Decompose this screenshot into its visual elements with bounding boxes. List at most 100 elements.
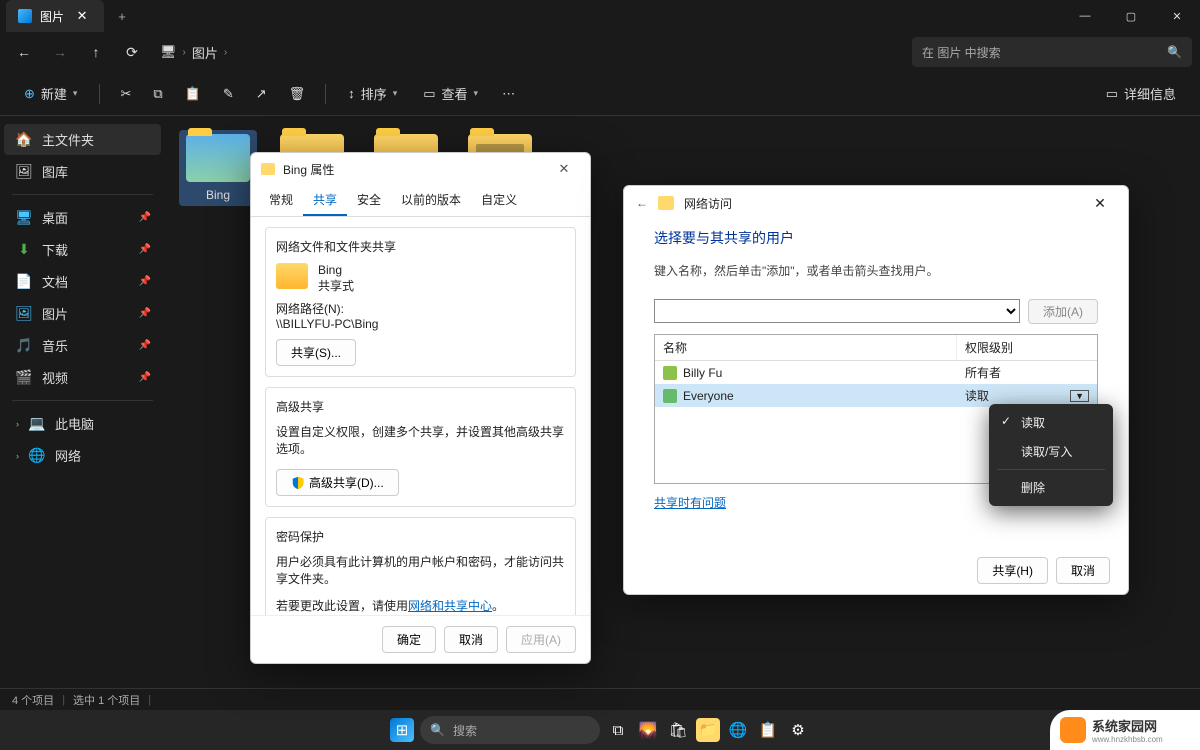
tab-share[interactable]: 共享 bbox=[303, 185, 347, 216]
new-tab-button[interactable]: + bbox=[112, 6, 132, 26]
desktop-icon: 🖥 bbox=[16, 210, 32, 226]
chevron-right-icon: › bbox=[16, 451, 19, 461]
taskbar-search[interactable]: 🔍搜索 bbox=[420, 716, 600, 744]
menu-item-readwrite[interactable]: 读取/写入 bbox=[993, 437, 1109, 466]
gallery-icon: 🖼 bbox=[16, 164, 32, 180]
sidebar-item-thispc[interactable]: ›💻此电脑 bbox=[4, 408, 161, 439]
toolbar: ⊕新建▾ ✂ ⧉ 📋 ✎ ↗ 🗑 ↕ 排序▾ ▭ 查看▾ ⋯ ▭ 详细信息 bbox=[0, 72, 1200, 116]
table-row[interactable]: Billy Fu 所有者 bbox=[655, 361, 1097, 384]
sidebar-item-home[interactable]: 🏠主文件夹 bbox=[4, 124, 161, 155]
status-count: 4 个项目 bbox=[12, 692, 54, 708]
window-tab[interactable]: 图片 ✕ bbox=[6, 0, 104, 32]
user-icon bbox=[663, 366, 677, 380]
window-controls: — ▢ ✕ bbox=[1062, 0, 1200, 32]
cut-button[interactable]: ✂ bbox=[112, 78, 139, 110]
maximize-button[interactable]: ▢ bbox=[1108, 0, 1154, 32]
group-desc: 设置自定义权限，创建多个共享，并设置其他高级共享选项。 bbox=[276, 423, 565, 457]
share-confirm-button[interactable]: 共享(H) bbox=[977, 557, 1048, 584]
details-button[interactable]: ▭ 详细信息 bbox=[1096, 78, 1186, 110]
apply-button[interactable]: 应用(A) bbox=[506, 626, 576, 653]
refresh-button[interactable]: ⟳ bbox=[116, 36, 148, 68]
path-label: 网络路径(N): bbox=[276, 300, 565, 317]
sidebar-item-network[interactable]: ›🌐网络 bbox=[4, 440, 161, 471]
user-combo[interactable] bbox=[654, 299, 1020, 323]
column-name[interactable]: 名称 bbox=[655, 335, 957, 360]
group-password: 密码保护 用户必须具有此计算机的用户帐户和密码，才能访问共享文件夹。 若要更改此… bbox=[265, 517, 576, 615]
sidebar-item-videos[interactable]: 🎬视频📌 bbox=[4, 362, 161, 393]
close-button[interactable]: ✕ bbox=[1154, 0, 1200, 32]
group-network-share: 网络文件和文件夹共享 Bing 共享式 网络路径(N): \\BILLYFU-P… bbox=[265, 227, 576, 377]
folder-icon bbox=[261, 163, 275, 175]
share-name: Bing bbox=[318, 263, 354, 277]
breadcrumb-item[interactable]: 图片 bbox=[192, 43, 218, 62]
cancel-button[interactable]: 取消 bbox=[1056, 557, 1110, 584]
sidebar-item-documents[interactable]: 📄文档📌 bbox=[4, 266, 161, 297]
cancel-button[interactable]: 取消 bbox=[444, 626, 498, 653]
view-button[interactable]: ▭ 查看▾ bbox=[413, 78, 488, 110]
up-button[interactable]: ↑ bbox=[80, 36, 112, 68]
dialog-tabs: 常规 共享 安全 以前的版本 自定义 bbox=[251, 185, 590, 217]
tab-custom[interactable]: 自定义 bbox=[471, 185, 527, 216]
sidebar-item-pictures[interactable]: 🖼图片📌 bbox=[4, 298, 161, 329]
add-button[interactable]: 添加(A) bbox=[1028, 299, 1098, 324]
music-icon: 🎵 bbox=[16, 338, 32, 354]
new-button[interactable]: ⊕新建▾ bbox=[14, 78, 87, 110]
sidebar-item-downloads[interactable]: ⬇下载📌 bbox=[4, 234, 161, 265]
back-button[interactable]: ← bbox=[636, 196, 648, 210]
advanced-share-button[interactable]: 高级共享(D)... bbox=[276, 469, 399, 496]
copy-button[interactable]: ⧉ bbox=[145, 78, 170, 110]
sidebar-item-music[interactable]: 🎵音乐📌 bbox=[4, 330, 161, 361]
documents-icon: 📄 bbox=[16, 274, 32, 290]
pin-icon: 📌 bbox=[139, 308, 151, 319]
more-button[interactable]: ⋯ bbox=[494, 78, 523, 110]
dialog-title: 网络访问 bbox=[684, 195, 732, 212]
folder-bing[interactable]: Bing bbox=[179, 130, 257, 206]
edge-icon[interactable]: 🌐 bbox=[726, 718, 750, 742]
downloads-icon: ⬇ bbox=[16, 242, 32, 258]
start-button[interactable]: ⊞ bbox=[390, 718, 414, 742]
column-permission[interactable]: 权限级别 bbox=[957, 335, 1097, 360]
sort-button[interactable]: ↕ 排序▾ bbox=[338, 78, 407, 110]
dialog-titlebar[interactable]: Bing 属性 ✕ bbox=[251, 153, 590, 185]
share-button[interactable]: ↗ bbox=[248, 78, 275, 110]
chevron-right-icon: › bbox=[224, 47, 227, 58]
tab-security[interactable]: 安全 bbox=[347, 185, 391, 216]
tab-general[interactable]: 常规 bbox=[259, 185, 303, 216]
watermark-text: 系统家园网 bbox=[1092, 719, 1157, 734]
close-button[interactable]: ✕ bbox=[1084, 190, 1116, 216]
chevron-right-icon: › bbox=[16, 419, 19, 429]
explorer-icon[interactable]: 📁 bbox=[696, 718, 720, 742]
paste-button[interactable]: 📋 bbox=[177, 78, 209, 110]
close-button[interactable]: ✕ bbox=[548, 156, 580, 182]
statusbar: 4 个项目 | 选中 1 个项目 | bbox=[0, 688, 1200, 710]
menu-item-read[interactable]: 读取 bbox=[993, 408, 1109, 437]
app-icon[interactable]: 📋 bbox=[756, 718, 780, 742]
pin-icon: 📌 bbox=[139, 212, 151, 223]
taskview-icon[interactable]: ⧉ bbox=[606, 718, 630, 742]
sidebar-item-desktop[interactable]: 🖥桌面📌 bbox=[4, 202, 161, 233]
app-icon[interactable]: 🌄 bbox=[636, 718, 660, 742]
minimize-button[interactable]: — bbox=[1062, 0, 1108, 32]
ok-button[interactable]: 确定 bbox=[382, 626, 436, 653]
app-icon[interactable]: 🛍 bbox=[666, 718, 690, 742]
folder-icon bbox=[186, 134, 250, 182]
tab-previous[interactable]: 以前的版本 bbox=[391, 185, 471, 216]
share-button[interactable]: 共享(S)... bbox=[276, 339, 356, 366]
menu-item-remove[interactable]: 删除 bbox=[993, 473, 1109, 502]
network-center-link[interactable]: 网络和共享中心 bbox=[408, 599, 492, 613]
sidebar-item-gallery[interactable]: 🖼图库 bbox=[4, 156, 161, 187]
dropdown-button[interactable]: ▼ bbox=[1070, 390, 1089, 402]
back-button[interactable]: ← bbox=[8, 36, 40, 68]
settings-icon[interactable]: ⚙ bbox=[786, 718, 810, 742]
pin-icon: 📌 bbox=[139, 372, 151, 383]
search-placeholder: 在 图片 中搜索 bbox=[922, 44, 1001, 61]
tab-close-icon[interactable]: ✕ bbox=[72, 6, 92, 26]
sidebar: 🏠主文件夹 🖼图库 🖥桌面📌 ⬇下载📌 📄文档📌 🖼图片📌 🎵音乐📌 🎬视频📌 … bbox=[0, 116, 165, 688]
delete-button[interactable]: 🗑 bbox=[281, 78, 314, 110]
rename-button[interactable]: ✎ bbox=[215, 78, 242, 110]
forward-button[interactable]: → bbox=[44, 36, 76, 68]
search-input[interactable]: 在 图片 中搜索 🔍 bbox=[912, 37, 1192, 67]
videos-icon: 🎬 bbox=[16, 370, 32, 386]
properties-dialog: Bing 属性 ✕ 常规 共享 安全 以前的版本 自定义 网络文件和文件夹共享 … bbox=[250, 152, 591, 664]
breadcrumb[interactable]: 🖥 › 图片 › bbox=[160, 43, 227, 62]
